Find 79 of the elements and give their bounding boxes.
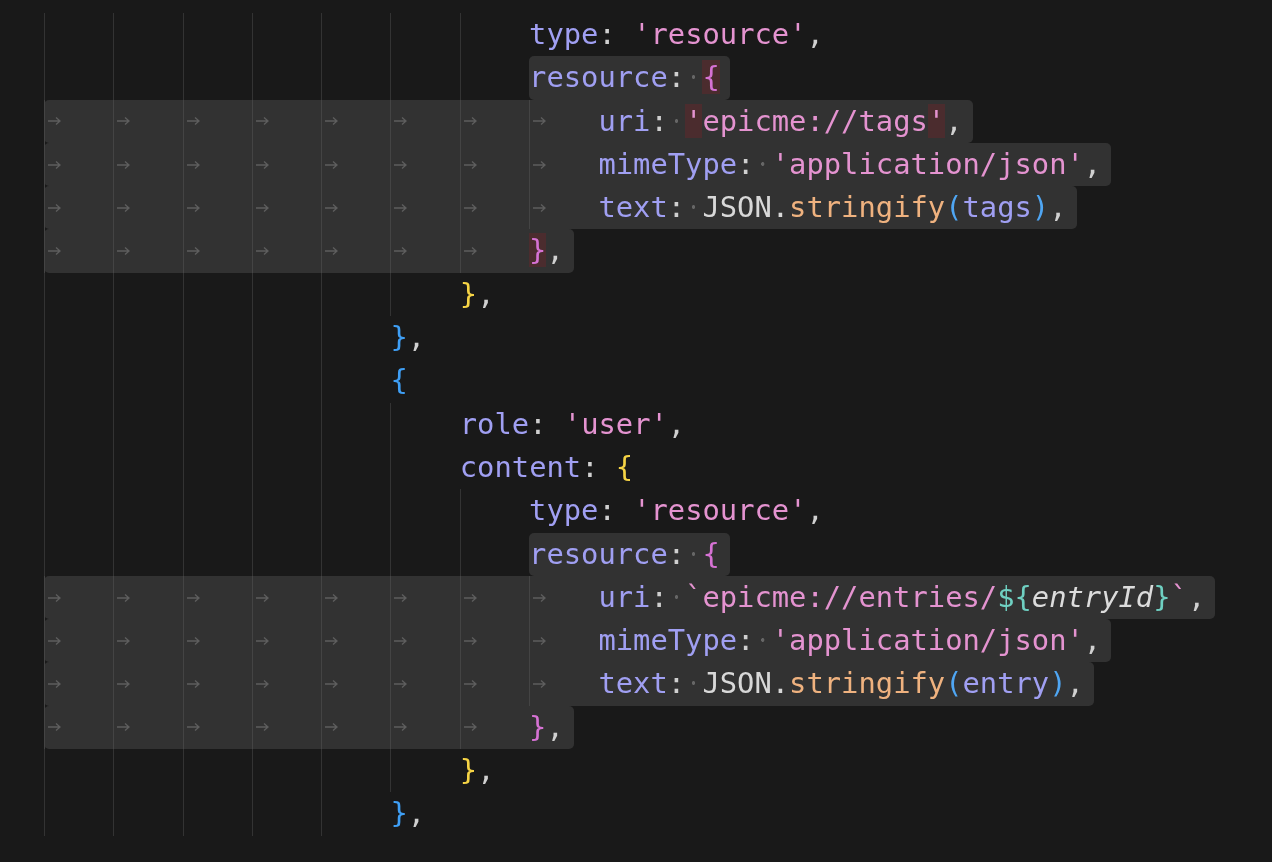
- tab-marker-icon: [533, 159, 548, 170]
- tab-marker-icon: [48, 635, 62, 646]
- tab-marker-icon: [186, 679, 201, 690]
- code-line: uri: `epicme://entries/${entryId}`,: [598, 578, 1206, 616]
- tab-marker-icon: [186, 722, 201, 733]
- tab-marker-icon: [255, 246, 270, 257]
- tab-marker-icon: [255, 202, 270, 213]
- tab-marker-icon: [48, 592, 62, 603]
- tab-marker-icon: [325, 635, 340, 646]
- tab-marker-icon: [117, 592, 132, 603]
- tab-marker-icon: [48, 246, 62, 257]
- code-line: },: [390, 795, 426, 833]
- tab-marker-icon: [48, 116, 62, 127]
- code-line: mimeType: 'application/json',: [598, 622, 1102, 660]
- tab-marker-icon: [533, 592, 548, 603]
- tab-marker-icon: [186, 202, 201, 213]
- tab-marker-icon: [325, 116, 340, 127]
- tab-marker-icon: [394, 679, 409, 690]
- tab-marker-icon: [186, 159, 201, 170]
- tab-marker-icon: [117, 679, 132, 690]
- code-line: text: JSON.stringify(entry),: [598, 665, 1084, 703]
- code-line: uri: 'epicme://tags',: [598, 102, 963, 140]
- tab-marker-icon: [463, 246, 478, 257]
- tab-marker-icon: [394, 202, 409, 213]
- code-line: role: 'user',: [459, 405, 686, 443]
- tab-marker-icon: [186, 635, 201, 646]
- code-line: },: [529, 708, 564, 746]
- tab-marker-icon: [255, 722, 270, 733]
- tab-marker-icon: [463, 159, 478, 170]
- code-line: },: [459, 275, 495, 313]
- tab-marker-icon: [48, 159, 62, 170]
- tab-marker-icon: [533, 202, 548, 213]
- tab-marker-icon: [255, 592, 270, 603]
- tab-marker-icon: [394, 116, 409, 127]
- tab-marker-icon: [117, 722, 132, 733]
- tab-marker-icon: [325, 202, 340, 213]
- code-line: },: [459, 752, 495, 790]
- tab-marker-icon: [325, 722, 340, 733]
- tab-marker-icon: [394, 592, 409, 603]
- tab-marker-icon: [533, 116, 548, 127]
- tab-marker-icon: [186, 246, 201, 257]
- tab-marker-icon: [117, 202, 132, 213]
- tab-marker-icon: [463, 722, 478, 733]
- tab-marker-icon: [463, 592, 478, 603]
- tab-marker-icon: [394, 635, 409, 646]
- tab-marker-icon: [463, 679, 478, 690]
- tab-marker-icon: [48, 722, 62, 733]
- tab-marker-icon: [186, 592, 201, 603]
- code-line: {: [390, 362, 408, 400]
- tab-marker-icon: [255, 635, 270, 646]
- tab-marker-icon: [117, 246, 132, 257]
- tab-marker-icon: [255, 116, 270, 127]
- tab-marker-icon: [325, 246, 340, 257]
- code-line: text: JSON.stringify(tags),: [598, 189, 1067, 227]
- tab-marker-icon: [394, 246, 409, 257]
- code-line: },: [529, 232, 564, 270]
- code-line: mimeType: 'application/json',: [598, 145, 1102, 183]
- tab-marker-icon: [117, 635, 132, 646]
- tab-marker-icon: [394, 722, 409, 733]
- tab-marker-icon: [325, 592, 340, 603]
- tab-marker-icon: [463, 202, 478, 213]
- code-line: type: 'resource',: [529, 492, 824, 530]
- code-line: content: {: [459, 448, 634, 486]
- tab-marker-icon: [533, 635, 548, 646]
- tab-marker-icon: [186, 116, 201, 127]
- tab-marker-icon: [463, 116, 478, 127]
- code-line: type: 'resource',: [529, 16, 824, 53]
- tab-marker-icon: [48, 202, 62, 213]
- tab-marker-icon: [255, 679, 270, 690]
- tab-marker-icon: [463, 635, 478, 646]
- tab-marker-icon: [48, 679, 62, 690]
- tab-marker-icon: [255, 159, 270, 170]
- tab-marker-icon: [325, 159, 340, 170]
- tab-marker-icon: [325, 679, 340, 690]
- tab-marker-icon: [117, 116, 132, 127]
- tab-marker-icon: [394, 159, 409, 170]
- tab-marker-icon: [533, 679, 548, 690]
- code-line: },: [390, 319, 426, 357]
- tab-marker-icon: [117, 159, 132, 170]
